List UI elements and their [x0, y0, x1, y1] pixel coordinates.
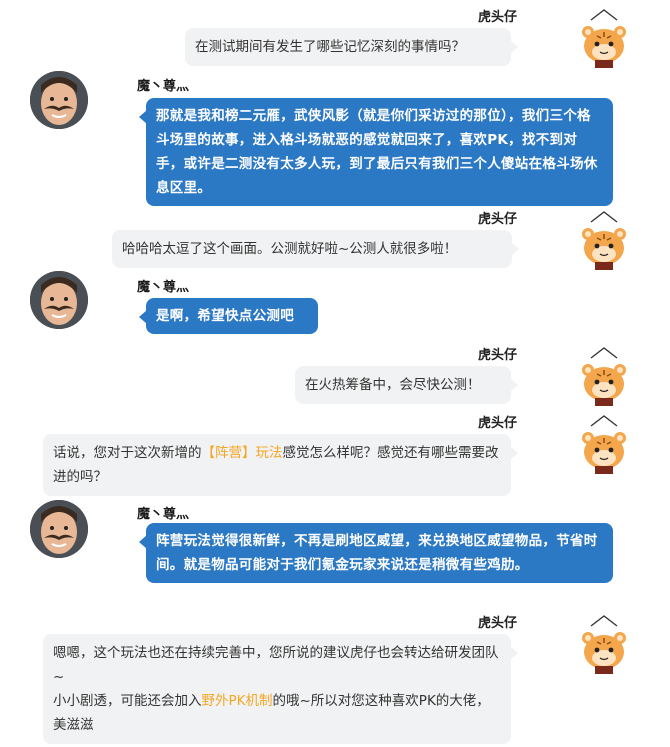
message-bubble: 在火热筹备中，会尽快公测！	[295, 366, 518, 404]
message-bubble: 在测试期间有发生了哪些记忆深刻的事情吗？	[185, 28, 518, 66]
speaker-name-player: 魔丶尊灬	[137, 280, 190, 295]
tiger-avatar-icon[interactable]	[573, 414, 635, 476]
message-text: 话说，您对于这次新增的	[53, 445, 202, 461]
highlight-text: 【阵营】玩法	[201, 445, 283, 461]
speaker-name-interviewer: 虎头仔	[478, 212, 518, 227]
chat-transcript: 虎头仔 在测试期间有发生了哪些记忆深刻的事情吗？ 魔丶尊灬 那就是我和榜二元雁，…	[0, 0, 670, 747]
message-text: 是啊，希望快点公测吧	[156, 308, 294, 324]
speaker-name-interviewer: 虎头仔	[478, 348, 518, 363]
message-text: 哈哈哈太逗了这个画面。公测就好啦~公测人就很多啦！	[122, 241, 458, 257]
tiger-avatar-icon[interactable]	[573, 210, 635, 272]
message-text: 嗯嗯，这个玩法也还在持续完善中，您所说的建议虎仔也会转达给研发团队~	[53, 645, 499, 685]
mustache-man-avatar-icon[interactable]	[30, 500, 88, 558]
tiger-avatar-icon[interactable]	[573, 614, 635, 676]
speaker-name-interviewer: 虎头仔	[478, 616, 518, 631]
message-bubble: 是啊，希望快点公测吧	[139, 298, 318, 334]
mustache-man-avatar-icon[interactable]	[30, 271, 88, 329]
message-text: 那就是我和榜二元雁，武侠风影（就是你们采访过的那位），我们三个格斗场里的故事，进…	[156, 108, 598, 196]
speaker-name-player: 魔丶尊灬	[137, 507, 190, 522]
mustache-man-avatar-icon[interactable]	[30, 71, 88, 129]
message-bubble: 话说，您对于这次新增的【阵营】玩法感觉怎么样呢？感觉还有哪些需要改进的吗？	[43, 434, 518, 496]
message-text: 在测试期间有发生了哪些记忆深刻的事情吗？	[195, 39, 465, 55]
message-text: 小小剧透，可能还会加入	[53, 693, 202, 709]
speaker-name-interviewer: 虎头仔	[478, 416, 518, 431]
tiger-avatar-icon[interactable]	[573, 346, 635, 408]
tiger-avatar-icon[interactable]	[573, 8, 635, 70]
speaker-name-interviewer: 虎头仔	[478, 10, 518, 25]
message-bubble: 嗯嗯，这个玩法也还在持续完善中，您所说的建议虎仔也会转达给研发团队~ 小小剧透，…	[43, 634, 518, 744]
message-bubble: 阵营玩法觉得很新鲜，不再是刷地区威望，来兑换地区威望物品，节省时间。就是物品可能…	[139, 523, 613, 583]
message-text: 在火热筹备中，会尽快公测！	[305, 377, 481, 393]
speaker-name-player: 魔丶尊灬	[137, 79, 190, 94]
message-bubble: 哈哈哈太逗了这个画面。公测就好啦~公测人就很多啦！	[112, 230, 519, 268]
highlight-text: 野外PK机制	[201, 693, 273, 709]
message-text: 阵营玩法觉得很新鲜，不再是刷地区威望，来兑换地区威望物品，节省时间。就是物品可能…	[156, 533, 598, 573]
message-bubble: 那就是我和榜二元雁，武侠风影（就是你们采访过的那位），我们三个格斗场里的故事，进…	[139, 98, 613, 206]
